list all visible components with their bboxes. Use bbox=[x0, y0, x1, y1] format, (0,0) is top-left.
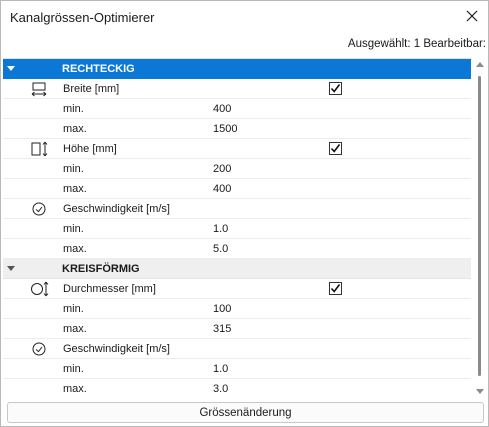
range-value[interactable]: 5.0 bbox=[213, 243, 228, 255]
property-label: Durchmesser [mm] bbox=[63, 282, 156, 295]
range-value[interactable]: 100 bbox=[213, 303, 231, 315]
range-label: max. bbox=[63, 382, 87, 395]
value-row[interactable]: max. 1500 bbox=[3, 119, 471, 139]
property-row[interactable]: Geschwindigkeit [m/s] bbox=[3, 199, 471, 219]
property-row[interactable]: Höhe [mm] bbox=[3, 139, 471, 159]
range-value[interactable]: 400 bbox=[213, 103, 231, 115]
selection-status: Ausgewählt: 1 Bearbeitbar: bbox=[347, 38, 486, 50]
value-row[interactable]: max. 3.0 bbox=[3, 379, 471, 398]
title-bar: Kanalgrössen-Optimierer bbox=[1, 1, 488, 33]
speed-gauge-icon bbox=[30, 201, 50, 217]
category-label: RECHTECKIG bbox=[62, 62, 135, 75]
value-row[interactable]: min. 200 bbox=[3, 159, 471, 179]
checkmark-icon bbox=[330, 144, 341, 153]
value-row[interactable]: min. 1.0 bbox=[3, 359, 471, 379]
width-arrows-icon bbox=[30, 81, 50, 97]
value-row[interactable]: max. 400 bbox=[3, 179, 471, 199]
range-value[interactable]: 400 bbox=[213, 183, 231, 195]
property-row[interactable]: Geschwindigkeit [m/s] bbox=[3, 339, 471, 359]
property-label: Höhe [mm] bbox=[63, 142, 117, 155]
range-value[interactable]: 1500 bbox=[213, 123, 237, 135]
range-value[interactable]: 1.0 bbox=[213, 223, 228, 235]
range-label: min. bbox=[63, 222, 84, 235]
height-arrows-icon bbox=[30, 141, 50, 157]
range-label: max. bbox=[63, 122, 87, 135]
range-label: max. bbox=[63, 322, 87, 335]
collapse-arrow-icon[interactable] bbox=[7, 266, 15, 271]
range-label: min. bbox=[63, 162, 84, 175]
range-value[interactable]: 1.0 bbox=[213, 363, 228, 375]
value-row[interactable]: min. 400 bbox=[3, 99, 471, 119]
category-label: KREISFÖRMIG bbox=[62, 262, 140, 275]
range-value[interactable]: 315 bbox=[213, 323, 231, 335]
range-label: max. bbox=[63, 242, 87, 255]
value-row[interactable]: min. 1.0 bbox=[3, 219, 471, 239]
value-row[interactable]: min. 100 bbox=[3, 299, 471, 319]
property-row[interactable]: Breite [mm] bbox=[3, 79, 471, 99]
property-label: Geschwindigkeit [m/s] bbox=[63, 202, 170, 215]
property-label: Breite [mm] bbox=[63, 82, 120, 95]
scroll-down-arrow-icon[interactable] bbox=[476, 389, 484, 394]
checkmark-icon bbox=[330, 84, 341, 93]
close-button[interactable] bbox=[460, 5, 484, 27]
scroll-thumb[interactable] bbox=[478, 76, 481, 376]
window-title: Kanalgrössen-Optimierer bbox=[10, 10, 155, 25]
diameter-icon bbox=[30, 281, 50, 297]
range-label: max. bbox=[63, 182, 87, 195]
speed-gauge-icon bbox=[30, 341, 50, 357]
resize-button[interactable]: Grössenänderung bbox=[7, 402, 484, 423]
property-checkbox[interactable] bbox=[329, 82, 342, 95]
range-label: min. bbox=[63, 362, 84, 375]
range-label: min. bbox=[63, 102, 84, 115]
property-checkbox[interactable] bbox=[329, 282, 342, 295]
property-grid: RECHTECKIG Breite [mm] min. 400 max. 1500 Höhe… bbox=[3, 58, 471, 398]
property-label: Geschwindigkeit [m/s] bbox=[63, 342, 170, 355]
property-row[interactable]: Durchmesser [mm] bbox=[3, 279, 471, 299]
category-row[interactable]: KREISFÖRMIG bbox=[3, 259, 471, 279]
close-icon bbox=[466, 10, 478, 22]
value-row[interactable]: max. 315 bbox=[3, 319, 471, 339]
checkmark-icon bbox=[330, 284, 341, 293]
scroll-up-arrow-icon[interactable] bbox=[476, 62, 484, 67]
property-checkbox[interactable] bbox=[329, 142, 342, 155]
optimizer-window: Kanalgrössen-Optimierer Ausgewählt: 1 Be… bbox=[0, 0, 489, 427]
collapse-arrow-icon[interactable] bbox=[7, 66, 15, 71]
value-row[interactable]: max. 5.0 bbox=[3, 239, 471, 259]
category-row[interactable]: RECHTECKIG bbox=[3, 59, 471, 79]
range-value[interactable]: 3.0 bbox=[213, 383, 228, 395]
range-label: min. bbox=[63, 302, 84, 315]
range-value[interactable]: 200 bbox=[213, 163, 231, 175]
vertical-scrollbar[interactable] bbox=[474, 58, 486, 398]
